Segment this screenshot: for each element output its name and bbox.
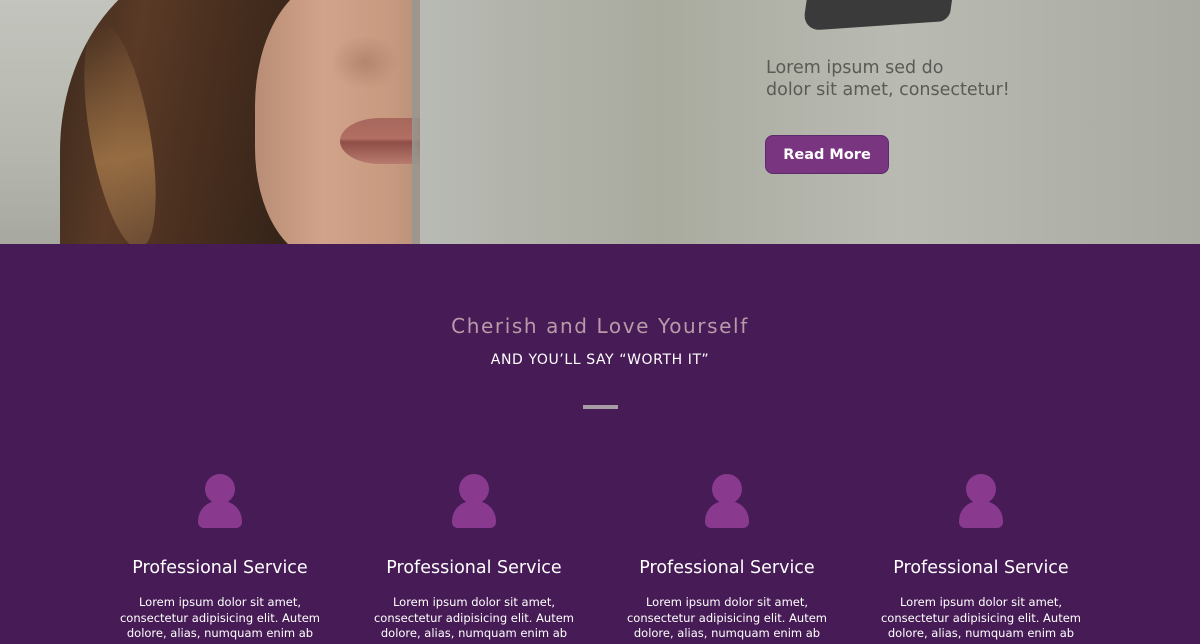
service-card: Professional Service Lorem ipsum dolor s… — [866, 474, 1096, 644]
hero-photo-nose — [330, 35, 400, 90]
hero-tagline: Lorem ipsum sed do dolor sit amet, conse… — [766, 57, 1146, 101]
service-description: Lorem ipsum dolor sit amet, consectetur … — [866, 595, 1096, 642]
user-icon — [198, 474, 242, 528]
service-description-line-1: Lorem ipsum dolor sit amet, — [392, 595, 556, 609]
hero-photo — [0, 0, 420, 244]
service-description-line-2: consectetur adipisicing elit. Autem — [119, 610, 320, 625]
service-description-line-2: consectetur adipisicing elit. Autem — [373, 610, 574, 625]
services-section: Cherish and Love Yourself AND YOU’LL SAY… — [0, 244, 1200, 640]
section-divider — [583, 405, 618, 409]
service-description-line-2: consectetur adipisicing elit. Autem — [880, 610, 1081, 625]
user-icon — [705, 474, 749, 528]
section-title: Cherish and Love Yourself — [451, 314, 749, 338]
service-description-line-3: dolore, alias, numquam enim ab — [380, 626, 568, 640]
service-title: Professional Service — [639, 558, 815, 578]
service-card: Professional Service Lorem ipsum dolor s… — [105, 474, 335, 644]
service-title: Professional Service — [132, 558, 308, 578]
hero-tagline-line-2: dolor sit amet, consectetur! — [766, 80, 1010, 100]
user-icon — [452, 474, 496, 528]
service-card: Professional Service Lorem ipsum dolor s… — [612, 474, 842, 644]
service-description: Lorem ipsum dolor sit amet, consectetur … — [612, 595, 842, 642]
hero-photo-glass-edge — [412, 0, 420, 244]
hero-tagline-line-1: Lorem ipsum sed do — [766, 58, 944, 78]
service-description-line-3: dolore, alias, numquam enim ab — [633, 626, 821, 640]
service-description-line-3: dolore, alias, numquam enim ab — [887, 626, 1075, 640]
brand-logo — [802, 0, 955, 32]
service-title: Professional Service — [893, 558, 1069, 578]
read-more-button[interactable]: Read More — [765, 135, 889, 174]
service-title: Professional Service — [386, 558, 562, 578]
service-description-line-2: consectetur adipisicing elit. Autem — [626, 610, 827, 625]
service-card: Professional Service Lorem ipsum dolor s… — [359, 474, 589, 644]
service-description: Lorem ipsum dolor sit amet, consectetur … — [359, 595, 589, 642]
service-description-line-3: dolore, alias, numquam enim ab — [126, 626, 314, 640]
hero-photo-lips — [340, 118, 420, 164]
user-icon — [959, 474, 1003, 528]
service-description: Lorem ipsum dolor sit amet, consectetur … — [105, 595, 335, 642]
hero-banner: Lorem ipsum sed do dolor sit amet, conse… — [0, 0, 1200, 244]
section-subtitle: AND YOU’LL SAY “WORTH IT” — [490, 352, 710, 368]
service-description-line-1: Lorem ipsum dolor sit amet, — [645, 595, 809, 609]
service-description-line-1: Lorem ipsum dolor sit amet, — [138, 595, 302, 609]
service-description-line-1: Lorem ipsum dolor sit amet, — [899, 595, 1063, 609]
